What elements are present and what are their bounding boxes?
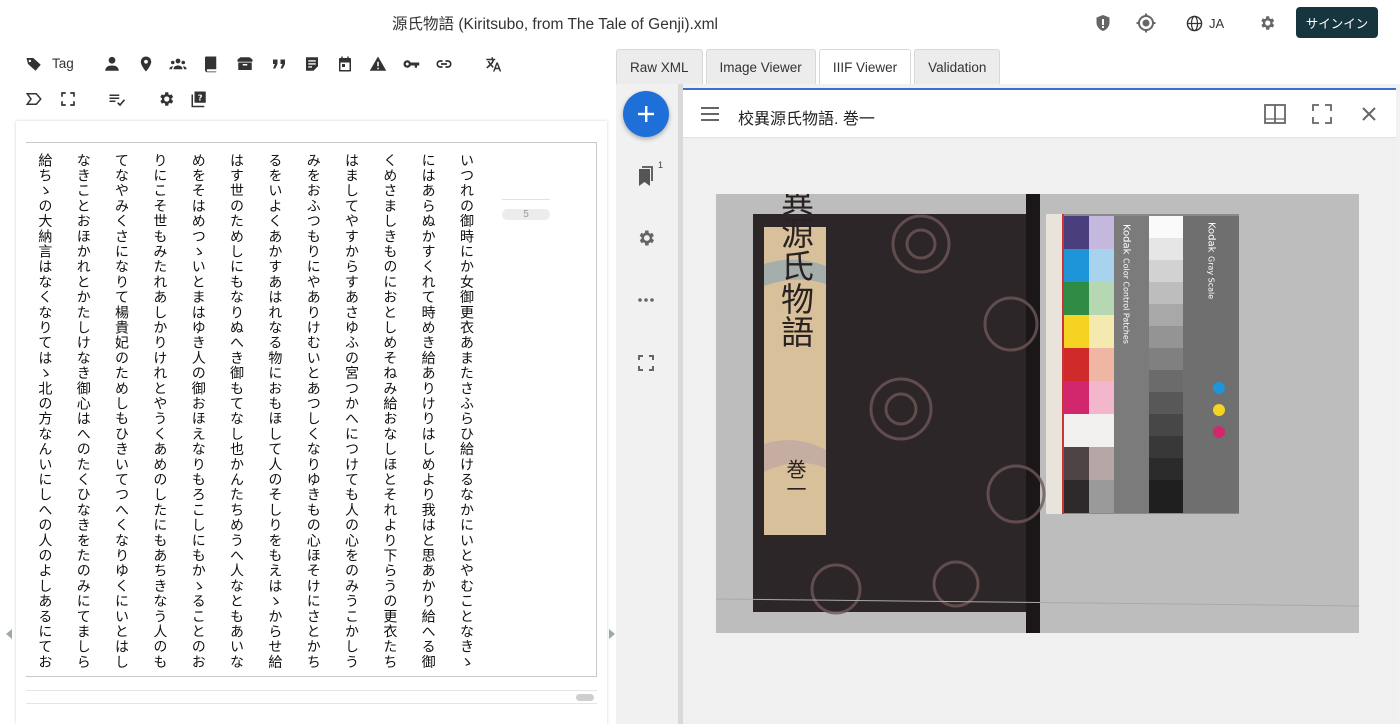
collapse-left-arrow-icon[interactable] bbox=[6, 629, 12, 639]
page-number-chip: 5 bbox=[502, 209, 550, 220]
manifest-title: 校異源氏物語. 巻一 bbox=[738, 111, 875, 128]
card-title-text: Color Control Patches bbox=[1122, 258, 1131, 344]
book-spine-edge bbox=[1026, 194, 1040, 633]
bookmark-icon[interactable] bbox=[634, 164, 658, 188]
volume-text: 巻一 bbox=[783, 459, 807, 499]
box-icon[interactable] bbox=[233, 52, 257, 76]
text-line[interactable]: いつれの御時にか女御更衣あまたさふらひ給けるなかにいとやむことなきゝは bbox=[448, 153, 486, 668]
tab-raw-xml[interactable]: Raw XML bbox=[616, 49, 703, 84]
horizontal-scrollbar[interactable] bbox=[26, 690, 597, 704]
text-line[interactable]: はましてやすからすあさゆふの宮つかへにつけても人の心をのみうこかしうら bbox=[333, 153, 371, 668]
close-icon[interactable] bbox=[1357, 102, 1381, 126]
split-view-icon[interactable] bbox=[1263, 102, 1287, 126]
group-icon[interactable] bbox=[166, 52, 190, 76]
label-icon[interactable] bbox=[22, 87, 46, 111]
text-line[interactable]: るをいよくあかすあはれなる物におもほして人のそしりをもえはゝからせ給 bbox=[256, 153, 294, 668]
tag-label[interactable]: Tag bbox=[52, 56, 74, 71]
document-title: 源氏物語 (Kiritsubo, from The Tale of Genji)… bbox=[392, 16, 718, 33]
add-button[interactable] bbox=[623, 91, 669, 137]
key-icon[interactable] bbox=[399, 52, 423, 76]
card-brand-text: Kodak bbox=[1121, 224, 1132, 255]
language-selector[interactable]: JA bbox=[1186, 12, 1224, 34]
top-bar: 源氏物語 (Kiritsubo, from The Tale of Genji)… bbox=[0, 0, 1400, 46]
shield-icon[interactable] bbox=[1092, 12, 1114, 34]
text-line[interactable]: にはあらぬかすくれて時めき給ありけりはしめより我はと思あかり給へる御方 bbox=[409, 153, 447, 668]
viewer-header: 校異源氏物語. 巻一 bbox=[683, 90, 1396, 138]
viewer-tabs: Raw XML Image Viewer IIIF Viewer Validat… bbox=[616, 49, 1001, 84]
signin-button[interactable]: サインイン bbox=[1296, 7, 1378, 38]
tab-iiif-viewer[interactable]: IIIF Viewer bbox=[818, 49, 912, 84]
vertical-text-body[interactable]: いつれの御時にか女御更衣あまたさふらひ給けるなかにいとやむことなきゝは にはあら… bbox=[26, 153, 486, 668]
link-icon[interactable] bbox=[432, 52, 456, 76]
card-brand-text-2: Kodak bbox=[1206, 222, 1217, 253]
warning-icon[interactable] bbox=[366, 52, 390, 76]
text-line[interactable]: くめさましきものにおとしめそねみ給おなしほとそれより下らうの更衣たち bbox=[371, 153, 409, 668]
page-break-line bbox=[502, 199, 550, 200]
calendar-icon[interactable] bbox=[333, 52, 357, 76]
brightness-icon[interactable] bbox=[1135, 12, 1157, 34]
person-icon[interactable] bbox=[100, 52, 124, 76]
scrollbar-thumb[interactable] bbox=[576, 694, 594, 701]
book-title-text: 校異源氏物語 bbox=[776, 194, 815, 348]
translate-icon[interactable] bbox=[481, 52, 505, 76]
text-line[interactable]: てなやみくさになりて楊貴妃のためしもひきいてつへくなりゆくにいとはした bbox=[103, 153, 141, 668]
collapse-right-arrow-icon[interactable] bbox=[609, 629, 615, 639]
text-line[interactable]: はす世のためしにもなりぬへき御もてなし也かんたちめうへ人なともあいなく bbox=[218, 153, 256, 668]
text-line[interactable]: 給ちゝの大納言はなくなりてはゝ北の方なんいにしへの人のよしあるにておや bbox=[26, 153, 64, 668]
manuscript-image[interactable]: 校異源氏物語 巻一 Kodak Color Control Patches Ko… bbox=[716, 194, 1359, 633]
settings-icon[interactable] bbox=[154, 87, 178, 111]
text-line[interactable]: めをそはめつゝいとまはゆき人の御おほえなりもろこしにもかゝることのおこ bbox=[179, 153, 217, 668]
language-label: JA bbox=[1209, 15, 1225, 31]
tab-image-viewer[interactable]: Image Viewer bbox=[705, 49, 816, 84]
checklist-icon[interactable] bbox=[105, 87, 129, 111]
place-icon[interactable] bbox=[134, 52, 158, 76]
tag-icon[interactable] bbox=[22, 52, 46, 76]
expand-icon[interactable] bbox=[56, 87, 80, 111]
text-line[interactable]: なきことおほかれとかたしけなき御心はへのたくひなきをたのみにてましらひ bbox=[64, 153, 102, 668]
note-icon[interactable] bbox=[300, 52, 324, 76]
help-icon[interactable]: ? bbox=[187, 87, 211, 111]
viewer-settings-icon[interactable] bbox=[634, 226, 658, 250]
text-line[interactable]: りにこそ世もみたれあしかりけれとやうくあめのしたにもあちきなう人のも bbox=[141, 153, 179, 668]
globe-icon bbox=[1186, 15, 1203, 31]
book-icon[interactable] bbox=[199, 52, 223, 76]
menu-icon[interactable] bbox=[698, 102, 722, 126]
quote-icon[interactable] bbox=[267, 52, 291, 76]
maximize-icon[interactable] bbox=[1310, 102, 1334, 126]
settings-gear-icon[interactable] bbox=[1256, 12, 1278, 34]
grayscale-label-text: Gray Scale bbox=[1207, 256, 1216, 299]
tab-validation[interactable]: Validation bbox=[914, 49, 1001, 84]
svg-text:?: ? bbox=[198, 93, 203, 103]
fullscreen-icon[interactable] bbox=[634, 351, 658, 375]
iiif-viewer-window: 校異源氏物語. 巻一 校異源氏物語 巻一 Kodak Color Control… bbox=[683, 88, 1396, 724]
plus-icon bbox=[638, 106, 654, 122]
text-line[interactable]: みをおふつもりにやありけむいとあつしくなりゆきもの心ほそけにさとかちな bbox=[294, 153, 332, 668]
more-options-icon[interactable] bbox=[634, 288, 658, 312]
app-window: 源氏物語 (Kiritsubo, from The Tale of Genji)… bbox=[0, 0, 1400, 724]
bookmark-count: 1 bbox=[658, 160, 664, 170]
text-editor[interactable]: いつれの御時にか女御更衣あまたさふらひ給けるなかにいとやむことなきゝは にはあら… bbox=[26, 142, 597, 677]
